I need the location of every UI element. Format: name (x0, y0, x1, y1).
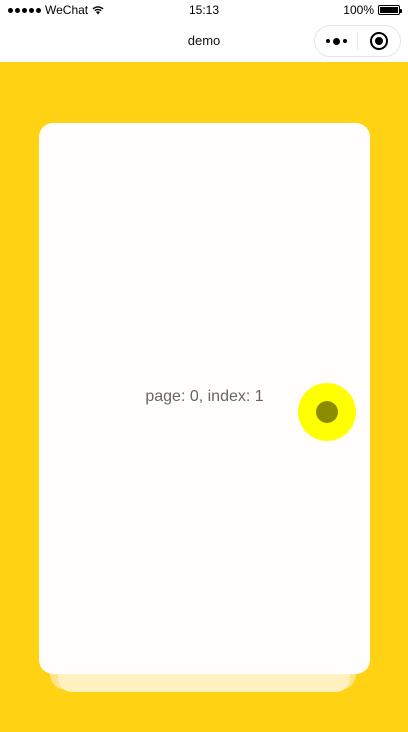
close-button[interactable] (358, 26, 400, 56)
more-icon (325, 37, 347, 45)
battery-percent: 100% (343, 3, 374, 17)
status-right: 100% (343, 3, 402, 17)
card-stage: page: 0, index: 1 (0, 62, 408, 732)
status-bar: WeChat 15:13 100% (0, 0, 408, 22)
more-button[interactable] (315, 26, 357, 56)
mini-program-capsule (314, 25, 401, 57)
touch-indicator (298, 383, 356, 441)
nav-bar: demo (0, 22, 408, 62)
battery-icon (378, 5, 402, 15)
touch-indicator-center (316, 401, 338, 423)
card-stack-back-2 (58, 674, 350, 692)
close-circle-icon (370, 32, 388, 50)
